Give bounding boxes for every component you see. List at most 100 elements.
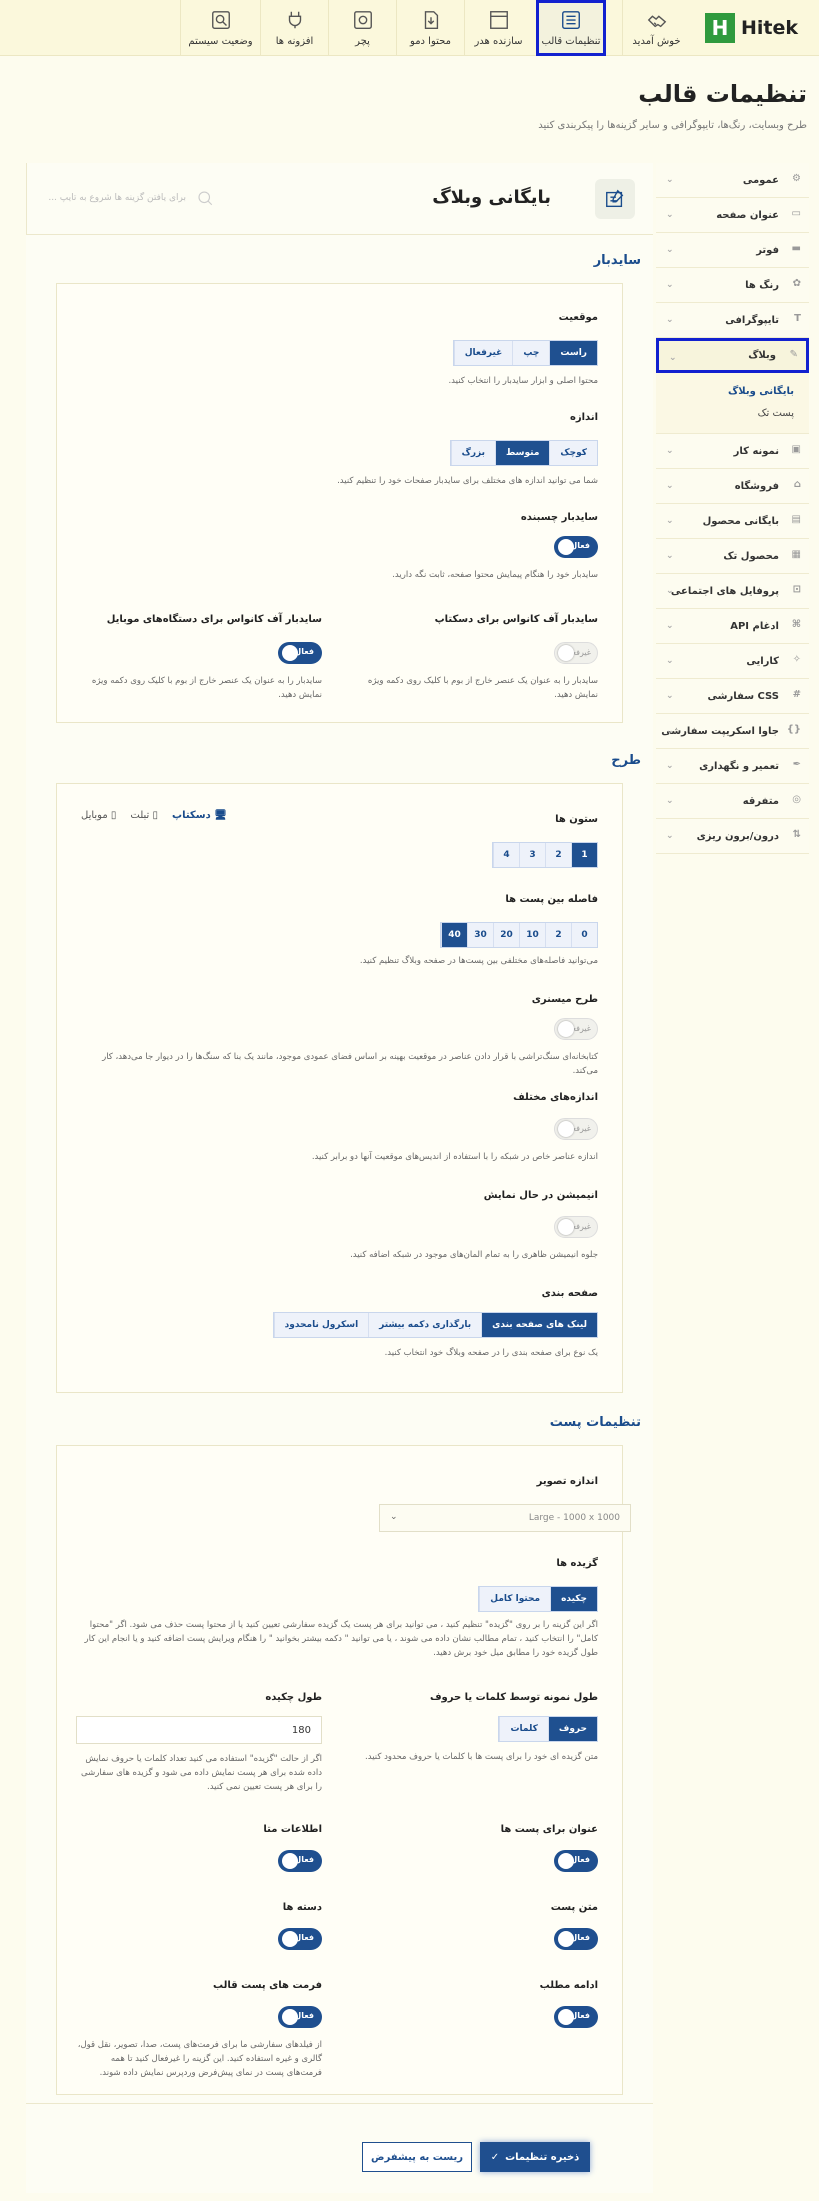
post-title-toggle[interactable]: فعال <box>554 1850 598 1872</box>
api-icon: ⌘ <box>791 619 801 630</box>
offcanvas-mobile-help: سایدبار را به عنوان یک عنصر خارج از بوم … <box>91 676 322 700</box>
sidebar-item-11[interactable]: ⊡ پروفایل های اجتماعی ⌄ <box>656 574 809 609</box>
sidebar-section-title: سایدبار <box>593 253 641 268</box>
segment-option[interactable]: کوچک <box>549 441 597 465</box>
segment-option[interactable]: 2 <box>545 843 571 867</box>
image-size-select[interactable]: Large - 1000 x 1000 ⌄ <box>379 1504 631 1532</box>
segment-option[interactable]: 4 <box>493 843 519 867</box>
post-formats-toggle[interactable]: فعال <box>278 2006 322 2028</box>
device-tab-mobile[interactable]: ▯ موبایل <box>81 810 116 821</box>
excerpt-help: اگر این گزینه را بر روی "گزیده" تنظیم کن… <box>84 1620 598 1658</box>
options-search[interactable]: برای یافتن گزینه ها شروع به تایپ ... <box>26 163 226 235</box>
sticky-sidebar-toggle[interactable]: فعال <box>554 536 598 558</box>
segment-option[interactable]: بزرگ <box>450 441 495 465</box>
sidebar-item-4[interactable]: ✿ رنگ ها ⌄ <box>656 268 809 303</box>
segment-option[interactable]: چکیده <box>550 1587 597 1611</box>
segment-option[interactable]: 10 <box>519 923 545 947</box>
reset-defaults-button[interactable]: ریست به پیشفرض <box>362 2142 472 2172</box>
segment-option[interactable]: لینک های صفحه بندی <box>481 1313 597 1337</box>
nav-plugins[interactable]: افزونه ها <box>260 0 328 56</box>
device-tabs[interactable]: 🖥 دسکتاپ ▯ تبلت ▯ موبایل <box>81 810 227 821</box>
sidebar-item-7[interactable]: ▣ نمونه کار ⌄ <box>656 434 809 469</box>
segment-option[interactable]: متوسط <box>495 441 550 465</box>
image-size-label: اندازه تصویر <box>536 1476 598 1487</box>
segment-option[interactable]: محتوا کامل <box>479 1587 550 1611</box>
nav-patcher[interactable]: پچر <box>328 0 396 56</box>
sidebar-item-10[interactable]: ▦ محصول تک ⌄ <box>656 539 809 574</box>
save-settings-button[interactable]: ذخیره تنظیمات ✓ <box>480 2142 590 2172</box>
layout-options-panel: ستون ها 🖥 دسکتاپ ▯ تبلت ▯ موبایل 1234 فا… <box>56 783 623 1393</box>
size-label: اندازه <box>569 412 598 423</box>
segment-option[interactable]: 3 <box>519 843 545 867</box>
sidebar-item-14[interactable]: # CSS سفارشی ⌄ <box>656 679 809 714</box>
nav-label: خوش آمدید <box>632 36 681 47</box>
segment-option[interactable]: اسکرول نامحدود <box>273 1313 369 1337</box>
animation-toggle[interactable]: غیرفعال <box>554 1216 598 1238</box>
excerpt-length-value: 180 <box>291 1725 311 1736</box>
device-tab-desktop[interactable]: 🖥 دسکتاپ <box>172 810 227 821</box>
submenu-item[interactable]: پست تک <box>656 403 794 425</box>
size-segmented[interactable]: کوچک متوسط بزرگ <box>449 440 598 466</box>
shop-icon: ⌂ <box>793 479 801 490</box>
nav-label: سازنده هدر <box>474 36 523 47</box>
chevron-down-icon: ⌄ <box>390 1512 398 1522</box>
sidebar-item-8[interactable]: ⌂ فروشگاه ⌄ <box>656 469 809 504</box>
meta-toggle[interactable]: فعال <box>278 1850 322 1872</box>
sidebar-options-panel: موقعیت راست چپ غیرفعال محتوا اصلی و ابزار … <box>56 283 623 723</box>
position-segmented[interactable]: راست چپ غیرفعال <box>452 340 598 366</box>
offcanvas-mobile-toggle[interactable]: فعال <box>278 642 322 664</box>
spacing-segmented[interactable]: 0 2 10 20 30 40 <box>440 922 598 948</box>
excerpt-by-segmented[interactable]: حروف کلمات <box>498 1716 598 1742</box>
nav-system-status[interactable]: وضعیت سیستم <box>180 0 260 56</box>
hitek-logo[interactable]: H Hitek <box>705 12 809 44</box>
sidebar-item-9[interactable]: ▤ بایگانی محصول ⌄ <box>656 504 809 539</box>
nav-welcome[interactable]: خوش آمدید <box>622 0 690 56</box>
segment-option[interactable]: 1 <box>571 843 597 867</box>
segment-option[interactable]: راست <box>549 341 597 365</box>
misc-icon: ◎ <box>792 794 801 805</box>
sidebar-item-6[interactable]: ✎ وبلاگ ⌄ <box>656 338 809 373</box>
excerpt-length-input[interactable]: 180 <box>76 1716 322 1744</box>
post-text-toggle[interactable]: فعال <box>554 1928 598 1950</box>
segment-option[interactable]: کلمات <box>499 1717 547 1741</box>
logo-text: Hitek <box>741 17 799 39</box>
sidebar-item-12[interactable]: ⌘ ادغام API ⌄ <box>656 609 809 644</box>
categories-toggle[interactable]: فعال <box>278 1928 322 1950</box>
sidebar-item-17[interactable]: ◎ متفرقه ⌄ <box>656 784 809 819</box>
read-more-toggle[interactable]: فعال <box>554 2006 598 2028</box>
sidebar-item-18[interactable]: ⇅ درون/برون ریزی ⌄ <box>656 819 809 854</box>
segment-option[interactable]: 0 <box>571 923 597 947</box>
offcanvas-desktop-toggle[interactable]: غیرفعال <box>554 642 598 664</box>
sticky-help: سایدبار خود را هنگام پیمایش محتوا صفحه، … <box>392 570 598 580</box>
nav-header-builder[interactable]: سازنده هدر <box>464 0 532 56</box>
masonry-toggle[interactable]: غیرفعال <box>554 1018 598 1040</box>
sidebar-item-1[interactable]: ⚙ عمومی ⌄ <box>656 163 809 198</box>
segment-option[interactable]: غیرفعال <box>453 341 513 365</box>
columns-segmented[interactable]: 1234 <box>492 842 598 868</box>
sidebar-item-16[interactable]: ✒ تعمیر و نگهداری ⌄ <box>656 749 809 784</box>
sidebar-item-2[interactable]: ▭ عنوان صفحه ⌄ <box>656 198 809 233</box>
segment-option[interactable]: چپ <box>512 341 549 365</box>
sidebar-item-15[interactable]: {} جاوا اسکریپت سفارشی ⌄ <box>656 714 809 749</box>
segment-option[interactable]: 20 <box>493 923 519 947</box>
excerpt-segmented[interactable]: چکیده محتوا کامل <box>478 1586 598 1612</box>
sidebar-item-13[interactable]: ✧ کارایی ⌄ <box>656 644 809 679</box>
sidebar-item-5[interactable]: T تایپوگرافی ⌄ <box>656 303 809 338</box>
sidebar-item-3[interactable]: ▬ فوتر ⌄ <box>656 233 809 268</box>
segment-option[interactable]: 30 <box>467 923 493 947</box>
submenu-item[interactable]: بایگانی وبلاگ <box>656 381 794 403</box>
pagination-segmented[interactable]: لینک های صفحه بندی بارگذاری دکمه بیشتر اسک… <box>272 1312 598 1338</box>
segment-option[interactable]: حروف <box>547 1717 597 1741</box>
different-sizes-toggle[interactable]: غیرفعال <box>554 1118 598 1140</box>
device-tab-tablet[interactable]: ▯ تبلت <box>130 810 158 821</box>
segment-option[interactable]: 40 <box>441 923 467 947</box>
nav-theme-settings[interactable]: تنظیمات قالب <box>536 0 606 56</box>
excerpt-length-label: طول چکیده <box>265 1692 322 1703</box>
segment-option[interactable]: 2 <box>545 923 571 947</box>
chevron-down-icon: ⌄ <box>666 481 674 491</box>
system-status-icon <box>211 11 230 29</box>
post-formats-label: فرمت های پست قالب <box>212 1980 322 1991</box>
segment-option[interactable]: بارگذاری دکمه بیشتر <box>368 1313 481 1337</box>
nav-demo-content[interactable]: محتوا دمو <box>396 0 464 56</box>
image-size-value: Large - 1000 x 1000 <box>528 1513 620 1523</box>
